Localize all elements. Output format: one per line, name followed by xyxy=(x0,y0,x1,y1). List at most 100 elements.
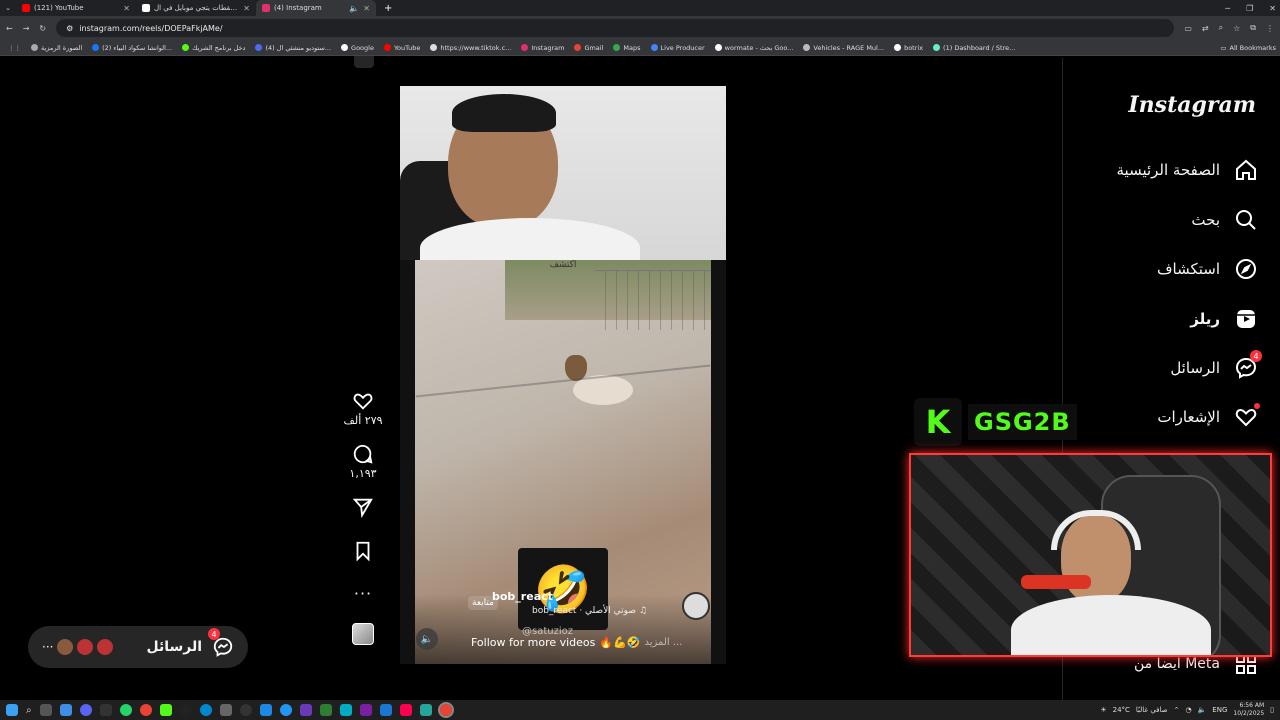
bookmark-item[interactable]: Maps xyxy=(613,44,641,52)
url-field[interactable]: ⚙ instagram.com/reels/DOEPaFkjAMe/ xyxy=(56,19,1175,37)
close-icon[interactable]: ✕ xyxy=(123,4,130,13)
bookmark-item[interactable]: (2) الوانشا سكواد البياء... xyxy=(92,44,172,52)
app-icon[interactable] xyxy=(179,704,192,716)
reel-video[interactable]: اكتشف 🤣 bob_react متابعة bob_react · صوت… xyxy=(400,86,726,664)
sidebar-item-notifications[interactable]: الإشعارات xyxy=(1157,403,1260,429)
tab-search-icon[interactable]: ⌄ xyxy=(0,4,16,12)
chrome-active-icon[interactable] xyxy=(437,702,454,718)
clock[interactable]: 6:56 AM 10/2/2025 xyxy=(1233,702,1264,718)
app-icon[interactable] xyxy=(379,704,392,716)
messages-bar[interactable]: ··· الرسائل 4 xyxy=(28,626,248,668)
bookmark-item[interactable]: Vehicles - RAGE Mul... xyxy=(803,44,884,52)
like-button[interactable]: ٢٧٩ ألف xyxy=(343,390,383,427)
translate-icon[interactable]: ⇄ xyxy=(1202,24,1209,33)
sidebar-item-label: الرسائل xyxy=(1170,359,1220,377)
star-icon[interactable]: ☆ xyxy=(1233,24,1240,33)
tab-tiktok[interactable]: أفضل لقطات يتجي موبايل في ال... ✕ xyxy=(136,0,256,16)
more-icon[interactable]: ··· xyxy=(42,640,53,654)
bookmark-item[interactable]: YouTube xyxy=(383,44,420,52)
instagram-logo[interactable]: Instagram xyxy=(1128,92,1256,118)
language-indicator[interactable]: ENG xyxy=(1212,706,1227,714)
folder-icon: ▭ xyxy=(1220,43,1227,52)
all-bookmarks[interactable]: ▭ All Bookmarks xyxy=(1220,44,1276,52)
save-button[interactable] xyxy=(352,540,374,562)
telegram-icon[interactable] xyxy=(199,704,212,716)
task-view-icon[interactable] xyxy=(39,704,52,716)
audio-thumbnail[interactable] xyxy=(352,623,374,645)
sidebar-item-reels[interactable]: ريلز xyxy=(1190,307,1258,331)
sidebar-item-messages[interactable]: الرسائل 4 xyxy=(1170,350,1262,380)
back-icon[interactable]: ← xyxy=(6,24,13,33)
tiktok-icon[interactable] xyxy=(399,704,412,716)
reel-audio[interactable]: bob_react · صوتي الأصلي ♫ xyxy=(532,606,647,616)
premiere-icon[interactable] xyxy=(299,704,312,716)
menu-icon[interactable]: ⋮ xyxy=(1266,24,1274,33)
bookmark-item[interactable]: Instagram xyxy=(521,44,564,52)
search-icon[interactable]: ⌕ xyxy=(26,705,32,716)
sidebar-item-search[interactable]: بحث xyxy=(1191,208,1258,232)
system-tray: ☀ 24°C صافي غالبًا ⌃ ◔ 🔈 ENG 6:56 AM 10/… xyxy=(1100,702,1274,718)
close-icon[interactable]: ✕ xyxy=(243,4,250,13)
bookmark-item[interactable]: Google xyxy=(341,44,374,52)
weather-icon: ☀ xyxy=(1100,706,1107,714)
speaker-icon[interactable]: 🔈 xyxy=(349,4,359,13)
share-button[interactable] xyxy=(352,496,374,518)
follow-button[interactable]: متابعة xyxy=(468,596,498,610)
bookmark-item[interactable]: botrix xyxy=(894,44,923,52)
reload-icon[interactable]: ↻ xyxy=(39,24,46,33)
bookmark-item[interactable]: (4) ستوديو منشئي ال... xyxy=(255,44,331,52)
address-bar-row: ← → ↻ ⚙ instagram.com/reels/DOEPaFkjAMe/… xyxy=(0,16,1280,40)
bookmark-item[interactable]: Gmail xyxy=(574,44,603,52)
discord-icon[interactable] xyxy=(79,704,92,716)
volume-icon[interactable]: 🔈 xyxy=(1198,706,1207,714)
bookmark-item[interactable]: wormate - بحث Goo... xyxy=(714,44,793,52)
app-icon[interactable] xyxy=(259,704,272,716)
previous-reel-thumb[interactable] xyxy=(354,56,374,68)
bookmarks-bar: ⋮⋮ الصورة الرمزية (2) الوانشا سكواد البي… xyxy=(0,40,1280,56)
notifications-icon[interactable]: ▯ xyxy=(1270,706,1274,714)
kick-icon[interactable] xyxy=(159,704,172,716)
steam-icon[interactable] xyxy=(239,704,252,716)
sidebar-item-explore[interactable]: استكشاف xyxy=(1157,257,1258,281)
app-icon[interactable] xyxy=(279,704,292,716)
wifi-icon[interactable]: ◔ xyxy=(1185,706,1191,714)
person-hair xyxy=(452,94,556,132)
close-window-icon[interactable]: ✕ xyxy=(1269,4,1276,13)
forward-icon[interactable]: → xyxy=(23,24,30,33)
bookmark-item[interactable]: https://www.tiktok.c... xyxy=(430,44,511,52)
bookmark-item[interactable]: دخل برنامج الشريك xyxy=(182,44,245,52)
reel-username[interactable]: bob_react xyxy=(492,590,553,603)
file-explorer-icon[interactable] xyxy=(219,704,232,716)
more-link[interactable]: المزيد ... xyxy=(644,637,682,648)
site-info-icon[interactable]: ⚙ xyxy=(66,24,73,33)
whatsapp-icon[interactable] xyxy=(119,704,132,716)
sidebar-item-home[interactable]: الصفحة الرئيسية xyxy=(1117,158,1259,182)
new-tab-button[interactable]: + xyxy=(376,3,400,14)
windows-start-icon[interactable] xyxy=(6,704,18,716)
bookmark-item[interactable]: الصورة الرمزية xyxy=(31,44,82,52)
extensions-icon[interactable]: ⧉ xyxy=(1250,23,1256,33)
obs-icon[interactable] xyxy=(99,704,112,716)
more-options-button[interactable]: ··· xyxy=(354,584,372,603)
chrome-icon[interactable] xyxy=(139,704,152,716)
app-icon[interactable] xyxy=(319,704,332,716)
avatar[interactable] xyxy=(682,592,710,620)
bookmark-item[interactable]: Live Producer xyxy=(650,44,705,52)
apps-icon[interactable]: ⋮⋮ xyxy=(8,44,21,52)
mute-button[interactable]: 🔈 xyxy=(416,628,438,650)
close-icon[interactable]: ✕ xyxy=(363,4,370,13)
maximize-icon[interactable]: ❐ xyxy=(1246,4,1253,13)
tab-instagram[interactable]: (4) Instagram 🔈 ✕ xyxy=(256,0,376,16)
zoom-icon[interactable]: ⌕ xyxy=(1219,23,1223,33)
edge-icon[interactable] xyxy=(59,704,72,716)
app-icon[interactable] xyxy=(359,704,372,716)
notification-dot xyxy=(1254,403,1260,409)
app-icon[interactable] xyxy=(339,704,352,716)
app-icon[interactable] xyxy=(419,704,432,716)
bookmark-item[interactable]: (1) Dashboard / Stre... xyxy=(933,44,1015,52)
comment-button[interactable]: ١,١٩٣ xyxy=(349,443,377,480)
minimize-icon[interactable]: ─ xyxy=(1225,4,1230,13)
cast-icon[interactable]: ▭ xyxy=(1184,24,1192,33)
tab-youtube[interactable]: (121) YouTube ✕ xyxy=(16,0,136,16)
tray-chevron-icon[interactable]: ⌃ xyxy=(1174,706,1180,714)
